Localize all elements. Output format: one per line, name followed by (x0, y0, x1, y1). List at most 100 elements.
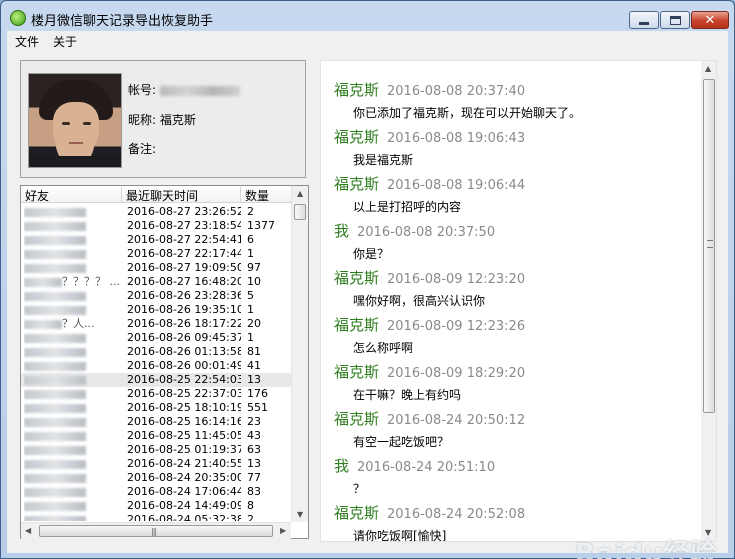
last-chat-time: 2016-08-27 22:17:44 (127, 247, 241, 260)
minimize-button[interactable] (629, 11, 659, 29)
message-timestamp: 2016-08-08 20:37:50 (357, 225, 496, 240)
account-value-redacted (160, 85, 241, 96)
nickname-label: 昵称: (128, 113, 157, 127)
message-sender: 福克斯 (334, 81, 380, 99)
table-row[interactable]: 2016-08-25 22:54:03 13 (21, 373, 291, 387)
friend-rows: 2016-08-27 23:26:52 2 2016-08-27 23:18:54 1… (21, 205, 291, 521)
title-bar[interactable]: 楼月微信聊天记录导出恢复助手 ✕ (1, 1, 734, 31)
friend-name-redacted (24, 277, 62, 287)
message-timestamp: 2016-08-09 12:23:20 (387, 272, 526, 287)
table-row[interactable]: ？？？？ ... 2016-08-27 16:48:20 10 (21, 275, 291, 289)
message-count: 6 (247, 233, 254, 246)
maximize-button[interactable] (660, 11, 690, 29)
menu-file[interactable]: 文件 (15, 33, 39, 50)
message-sender: 福克斯 (334, 175, 380, 193)
table-row[interactable]: 2016-08-25 22:37:03 176 (21, 387, 291, 401)
last-chat-time: 2016-08-24 14:49:09 (127, 499, 241, 512)
last-chat-time: 2016-08-24 05:32:38 (127, 513, 241, 521)
remark-field: 备注: (128, 140, 156, 157)
friend-name-redacted (24, 235, 86, 245)
friend-name-redacted (24, 487, 86, 497)
friend-name (24, 443, 120, 457)
friend-name (24, 373, 120, 387)
table-row[interactable]: 2016-08-25 01:19:37 63 (21, 443, 291, 457)
message-count: 23 (247, 415, 261, 428)
friend-name (24, 401, 120, 415)
client-area: 帐号: 昵称: 福克斯 备注: 好友 最近聊天时间 数量 ▲ 2016-08-2… (7, 51, 728, 559)
message-count: 97 (247, 261, 261, 274)
table-row[interactable]: 2016-08-26 23:28:36 5 (21, 289, 291, 303)
table-row[interactable]: 2016-08-27 19:09:50 97 (21, 261, 291, 275)
message-text: 嘿你好啊，很高兴认识你 (353, 294, 486, 308)
message-count: 43 (247, 429, 261, 442)
last-chat-time: 2016-08-25 11:45:05 (127, 429, 241, 442)
scroll-left-icon[interactable]: ◀ (25, 526, 31, 535)
message-timestamp: 2016-08-24 20:50:12 (387, 413, 526, 428)
table-row[interactable]: 2016-08-26 09:45:37 1 (21, 331, 291, 345)
scroll-up-icon[interactable]: ▲ (705, 64, 711, 73)
message-count: 10 (247, 275, 261, 288)
table-row[interactable]: 2016-08-27 22:17:44 1 (21, 247, 291, 261)
grip-icon: ||| (151, 527, 157, 536)
table-row[interactable]: 2016-08-27 23:18:54 1377 (21, 219, 291, 233)
table-row[interactable]: 2016-08-26 00:01:49 41 (21, 359, 291, 373)
table-row[interactable]: 2016-08-27 22:54:41 6 (21, 233, 291, 247)
chat-vertical-scrollbar[interactable]: ▲ ▼ (701, 61, 716, 541)
app-logo-icon (10, 10, 26, 26)
friend-name (24, 485, 120, 499)
column-header-last-chat-time[interactable]: 最近聊天时间 (122, 187, 241, 203)
message-list: 福克斯 2016-08-08 20:37:40 你已添加了福克斯，现在可以开始聊天了… (321, 61, 701, 541)
nickname-field: 昵称: 福克斯 (128, 111, 196, 128)
chat-message: 福克斯 2016-08-24 20:50:12 有空一起吃饭吧？ (334, 408, 694, 450)
friend-name (24, 219, 120, 233)
scrollbar-thumb[interactable]: ||| (39, 525, 273, 537)
app-window: 楼月微信聊天记录导出恢复助手 ✕ 文件 关于 帐号: 昵称: 福克斯 备注: 好… (0, 0, 735, 559)
close-button[interactable]: ✕ (691, 11, 729, 29)
scrollbar-thumb[interactable] (703, 79, 715, 413)
table-row[interactable]: 2016-08-27 23:26:52 2 (21, 205, 291, 219)
friend-list-horizontal-scrollbar[interactable]: ◀ ||| ▶ (21, 522, 291, 539)
column-header-count[interactable]: 数量 (241, 187, 291, 203)
scrollbar-thumb[interactable] (294, 204, 306, 220)
table-row[interactable]: 2016-08-25 16:14:16 23 (21, 415, 291, 429)
table-row[interactable]: 2016-08-26 19:35:10 1 (21, 303, 291, 317)
friend-name (24, 415, 120, 429)
last-chat-time: 2016-08-27 23:18:54 (127, 219, 241, 232)
chat-message: 福克斯 2016-08-09 18:29:20 在干嘛？晚上有约吗 (334, 361, 694, 403)
table-row[interactable]: 2016-08-24 20:35:00 77 (21, 471, 291, 485)
chat-message: 福克斯 2016-08-09 12:23:26 怎么称呼啊 (334, 314, 694, 356)
message-sender: 福克斯 (334, 410, 380, 428)
scroll-down-icon[interactable]: ▼ (297, 510, 303, 519)
column-header-friend[interactable]: 好友 (21, 187, 122, 203)
table-row[interactable]: 2016-08-25 18:10:19 551 (21, 401, 291, 415)
friend-name (24, 513, 120, 521)
last-chat-time: 2016-08-24 20:35:00 (127, 471, 241, 484)
last-chat-time: 2016-08-26 09:45:37 (127, 331, 241, 344)
scroll-up-icon[interactable]: ▲ (297, 189, 303, 198)
friend-name (24, 499, 120, 513)
friend-name-redacted (24, 305, 86, 315)
message-timestamp: 2016-08-24 20:52:08 (387, 507, 526, 522)
menu-bar: 文件 关于 (7, 31, 728, 51)
friend-name (24, 303, 120, 317)
friend-name-redacted (24, 445, 86, 455)
friend-name (24, 345, 120, 359)
message-count: 81 (247, 345, 261, 358)
table-row[interactable]: ？人... 2016-08-26 18:17:22 20 (21, 317, 291, 331)
table-row[interactable]: 2016-08-24 21:40:55 13 (21, 457, 291, 471)
message-text: 有空一起吃饭吧？ (353, 435, 450, 449)
table-row[interactable]: 2016-08-24 17:06:44 83 (21, 485, 291, 499)
friend-name-redacted (24, 263, 86, 273)
maximize-icon (669, 15, 681, 25)
table-row[interactable]: 2016-08-24 14:49:09 8 (21, 499, 291, 513)
account-label: 帐号: (128, 83, 157, 97)
friend-name-redacted (24, 501, 86, 511)
friend-name (24, 457, 120, 471)
table-row[interactable]: 2016-08-26 01:13:58 81 (21, 345, 291, 359)
friend-name-redacted (24, 291, 86, 301)
scroll-right-icon[interactable]: ▶ (280, 526, 286, 535)
table-row[interactable]: 2016-08-24 05:32:38 2 (21, 513, 291, 521)
table-row[interactable]: 2016-08-25 11:45:05 43 (21, 429, 291, 443)
menu-about[interactable]: 关于 (53, 33, 77, 50)
friend-list-vertical-scrollbar[interactable]: ▲ ▼ (291, 186, 308, 522)
